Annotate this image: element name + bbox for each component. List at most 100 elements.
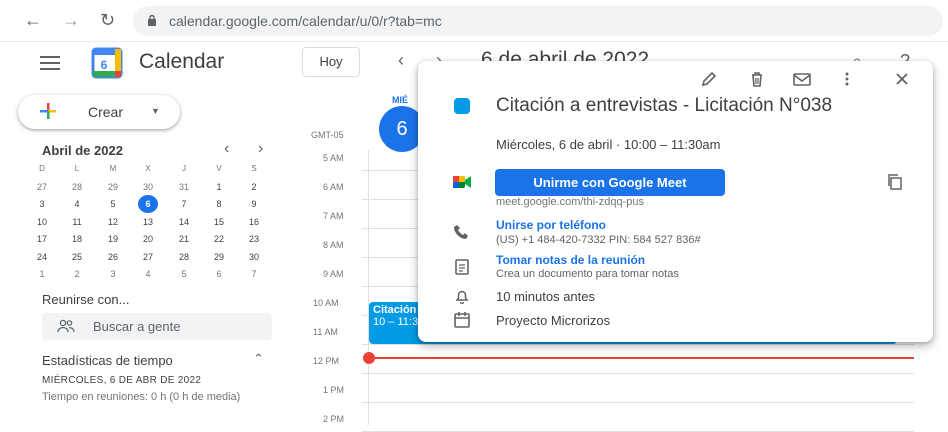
mini-calendar-day[interactable]: 27: [32, 178, 52, 196]
mini-calendar-weekday: V: [216, 164, 222, 173]
grid-divider: [368, 150, 369, 425]
mini-calendar-day[interactable]: 1: [209, 178, 229, 196]
bell-icon: [455, 290, 469, 305]
popup-event-title: Citación a entrevistas - Licitación N°03…: [496, 95, 833, 116]
event-details-popup: Citación a entrevistas - Licitación N°03…: [418, 61, 933, 342]
edit-pencil-icon[interactable]: [699, 69, 719, 89]
mini-calendar-day[interactable]: 22: [209, 230, 229, 248]
event-color-swatch: [454, 98, 470, 114]
popup-event-when: Miércoles, 6 de abril · 10:00 – 11:30am: [496, 137, 721, 152]
mini-calendar-day[interactable]: 6: [138, 195, 158, 213]
mini-calendar-day[interactable]: 3: [32, 195, 52, 213]
mini-calendar-day[interactable]: 4: [67, 195, 87, 213]
mini-calendar-day[interactable]: 7: [174, 195, 194, 213]
mini-calendar-day[interactable]: 23: [244, 230, 264, 248]
calendar-icon: [454, 312, 470, 328]
mini-calendar-weekday: X: [145, 164, 151, 173]
timezone-label: GMT-05: [311, 130, 344, 140]
mini-calendar-day[interactable]: 17: [32, 230, 52, 248]
mini-calendar-weekday: M: [109, 164, 117, 173]
mini-prev-icon[interactable]: ‹: [224, 140, 229, 158]
prev-period-icon[interactable]: ‹: [398, 50, 404, 71]
mini-calendar-day[interactable]: 6: [209, 265, 229, 283]
mini-calendar-day[interactable]: 10: [32, 213, 52, 231]
lock-icon: [148, 14, 156, 26]
search-people-input[interactable]: Buscar a gente: [42, 313, 272, 340]
mini-calendar-day[interactable]: 5: [103, 195, 123, 213]
mini-calendar-day[interactable]: 29: [209, 248, 229, 266]
mini-calendar-day[interactable]: 30: [138, 178, 158, 196]
mini-calendar-day[interactable]: 15: [209, 213, 229, 231]
current-time-line: [369, 357, 914, 359]
reload-icon[interactable]: ↻: [100, 10, 115, 30]
back-arrow-icon[interactable]: ←: [24, 10, 42, 30]
meet-url[interactable]: meet.google.com/thi-zdqq-pus: [496, 196, 644, 208]
close-icon[interactable]: [892, 69, 912, 89]
take-notes-details: Crea un documento para tomar notas: [496, 268, 679, 280]
main-menu-icon[interactable]: [40, 56, 60, 70]
mini-calendar-day[interactable]: 11: [67, 213, 87, 231]
mini-calendar-day[interactable]: 20: [138, 230, 158, 248]
mini-calendar-day[interactable]: 2: [244, 178, 264, 196]
mini-calendar-day[interactable]: 28: [174, 248, 194, 266]
mini-calendar-day[interactable]: 31: [174, 178, 194, 196]
phone-details: (US) +1 484-420-7332 PIN: 584 527 836#: [496, 234, 701, 246]
mini-calendar-day[interactable]: 4: [138, 265, 158, 283]
hour-line: [362, 344, 914, 345]
mini-calendar-day[interactable]: 29: [103, 178, 123, 196]
hour-label: 9 AM: [323, 269, 344, 279]
caret-down-icon: ▼: [151, 106, 160, 116]
people-icon: [57, 319, 75, 333]
mini-calendar-day[interactable]: 14: [174, 213, 194, 231]
mini-next-icon[interactable]: ›: [258, 140, 263, 158]
hour-line: [362, 402, 914, 403]
mini-calendar-day[interactable]: 5: [174, 265, 194, 283]
mini-calendar-day[interactable]: 19: [103, 230, 123, 248]
mini-calendar-day[interactable]: 3: [103, 265, 123, 283]
create-label: Crear: [88, 104, 124, 120]
calendar-logo-number: 6: [101, 58, 108, 72]
mini-calendar-day[interactable]: 27: [138, 248, 158, 266]
hour-label: 5 AM: [323, 153, 344, 163]
time-stats-info: Tiempo en reuniones: 0 h (0 h de media): [42, 391, 241, 403]
mini-calendar-day[interactable]: 28: [67, 178, 87, 196]
create-button[interactable]: Crear ▼: [18, 95, 180, 129]
copy-icon[interactable]: [886, 173, 904, 191]
mini-calendar-day[interactable]: 8: [209, 195, 229, 213]
mini-calendar-day[interactable]: 7: [244, 265, 264, 283]
mini-calendar-day[interactable]: 16: [244, 213, 264, 231]
mini-calendar-day[interactable]: 1: [32, 265, 52, 283]
mini-calendar-day[interactable]: 2: [67, 265, 87, 283]
mini-calendar-weekday: L: [74, 164, 80, 173]
join-meet-button[interactable]: Unirme con Google Meet: [495, 169, 725, 196]
mini-calendar-day[interactable]: 25: [67, 248, 87, 266]
search-people-placeholder: Buscar a gente: [93, 319, 181, 334]
join-by-phone-link[interactable]: Unirse por teléfono: [496, 218, 606, 232]
address-bar[interactable]: calendar.google.com/calendar/u/0/r?tab=m…: [133, 6, 943, 36]
document-icon: [455, 259, 469, 275]
calendar-name: Proyecto Microrizos: [496, 313, 611, 328]
plus-icon: [40, 103, 56, 119]
forward-arrow-icon[interactable]: →: [62, 10, 80, 30]
hour-label: 8 AM: [323, 240, 344, 250]
mini-calendar-day[interactable]: 13: [138, 213, 158, 231]
mini-calendar-day[interactable]: 26: [103, 248, 123, 266]
trash-icon[interactable]: [747, 69, 767, 89]
mini-calendar-day[interactable]: 12: [103, 213, 123, 231]
current-time-dot: [363, 352, 375, 364]
chevron-up-icon[interactable]: ⌃: [253, 351, 264, 367]
mini-calendar-weekday: J: [182, 164, 186, 173]
more-options-icon[interactable]: [837, 69, 857, 89]
app-title: Calendar: [139, 50, 225, 73]
mini-calendar-day[interactable]: 18: [67, 230, 87, 248]
take-notes-link[interactable]: Tomar notas de la reunión: [496, 253, 645, 267]
email-icon[interactable]: [792, 69, 812, 89]
mini-calendar-day[interactable]: 21: [174, 230, 194, 248]
time-stats-date: MIÉRCOLES, 6 DE ABR DE 2022: [42, 375, 202, 386]
mini-calendar-day[interactable]: 9: [244, 195, 264, 213]
mini-calendar-day[interactable]: 30: [244, 248, 264, 266]
phone-icon: [454, 225, 468, 239]
hour-label: 2 PM: [323, 414, 345, 424]
today-button[interactable]: Hoy: [302, 47, 360, 77]
mini-calendar-day[interactable]: 24: [32, 248, 52, 266]
